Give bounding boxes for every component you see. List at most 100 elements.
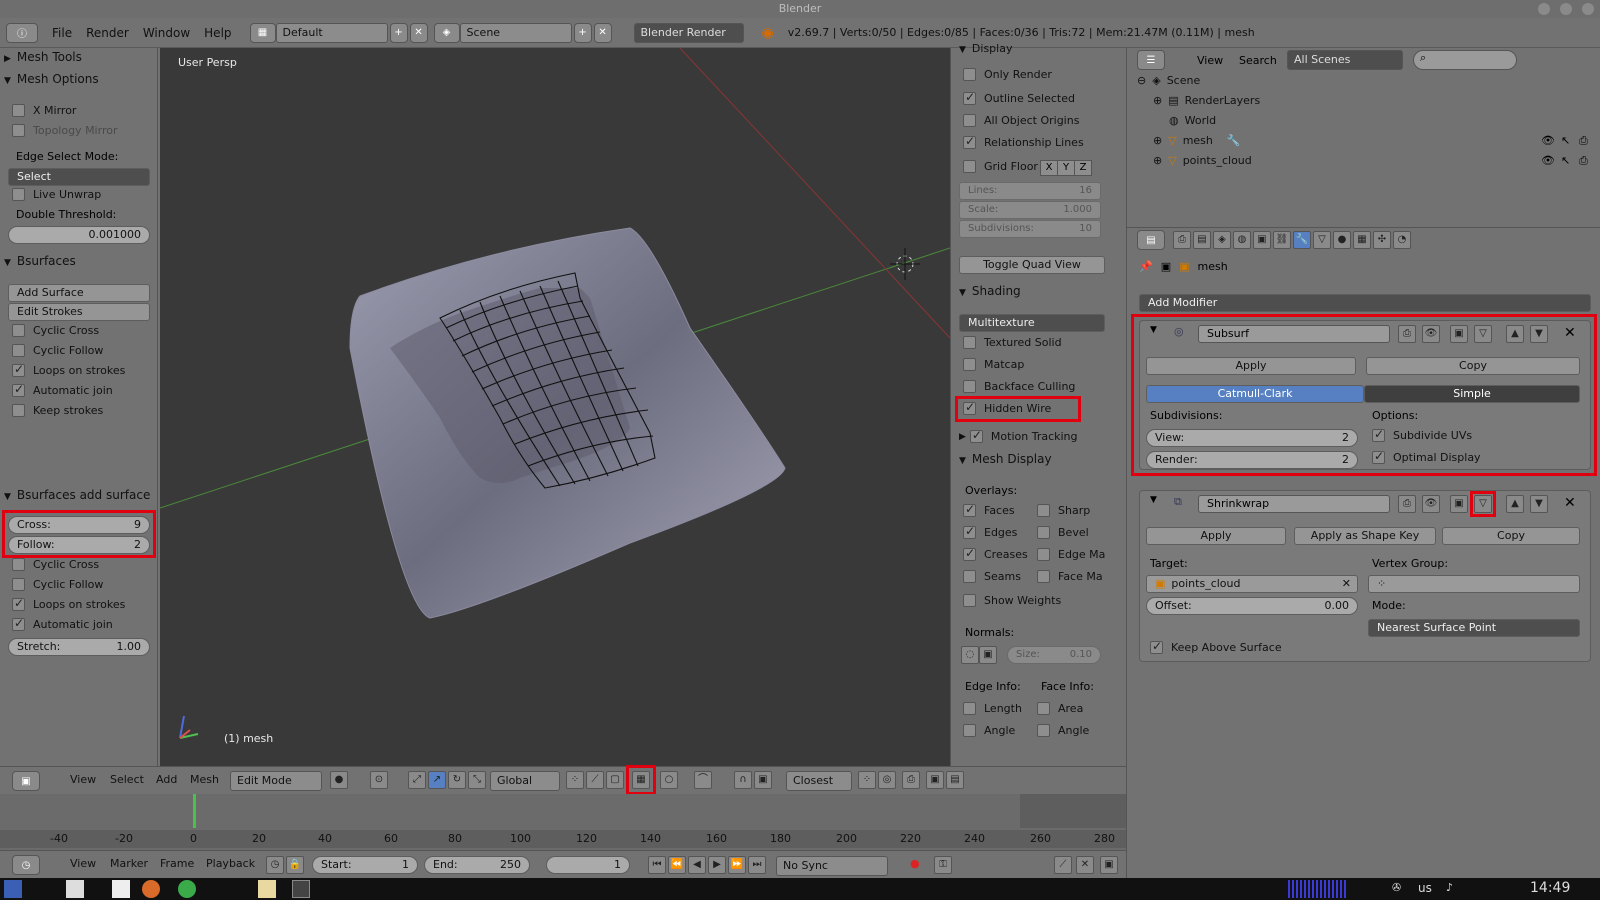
properties-editor-icon[interactable]: ▤ — [1137, 230, 1165, 250]
snap-magnet-icon[interactable]: ∩ — [734, 771, 752, 789]
toggle-quad-view-button[interactable]: Toggle Quad View — [959, 256, 1105, 274]
sync-mode-dropdown[interactable]: No Sync — [776, 856, 888, 876]
delete-keyframe-icon[interactable]: ✕ — [1076, 856, 1094, 874]
manipulator-icon[interactable]: ⤢ — [408, 771, 426, 789]
view-levels-field[interactable]: View: 2 — [1146, 429, 1358, 447]
move-up-icon[interactable]: ▲ — [1506, 325, 1524, 343]
face-normals-icon[interactable]: ▣ — [979, 646, 997, 664]
outline-selected-checkbox[interactable]: Outline Selected — [963, 90, 1075, 105]
grid-floor-checkbox[interactable]: Grid Floor — [963, 160, 1038, 173]
visibility-eye-icon[interactable]: 👁 — [1541, 154, 1555, 167]
menu-render[interactable]: Render — [86, 26, 129, 40]
close-icon[interactable] — [1582, 3, 1594, 15]
constraints-tab-icon[interactable]: ⛓ — [1273, 231, 1291, 249]
automatic-join-checkbox[interactable]: Automatic join — [12, 382, 113, 397]
render-camera-icon[interactable]: ⎙ — [1579, 154, 1588, 168]
render-engine-dropdown[interactable]: Blender Render — [633, 22, 744, 43]
panel-mesh-display[interactable]: ▼ Mesh Display — [959, 452, 1109, 470]
translate-icon[interactable]: ↗ — [428, 771, 446, 789]
edge-marks-checkbox[interactable]: Edge Ma — [1037, 548, 1105, 561]
cyclic-follow-checkbox[interactable]: Cyclic Follow — [12, 344, 103, 357]
timeline-editor-icon[interactable]: ◷ — [12, 855, 40, 875]
grid-axis-z-toggle[interactable]: Z — [1074, 160, 1092, 176]
current-frame-field[interactable]: 1 — [546, 856, 630, 874]
play-icon[interactable]: ▶ — [708, 856, 726, 874]
loops-on-strokes-checkbox-2[interactable]: Loops on strokes — [12, 596, 125, 611]
menu-file[interactable]: File — [52, 26, 72, 40]
pin-icon[interactable]: 📌 — [1139, 260, 1153, 273]
scene-icon[interactable]: ◈ — [433, 22, 460, 43]
shading-mode-dropdown[interactable]: Multitexture — [959, 314, 1105, 332]
edge-angle-checkbox[interactable]: Angle — [963, 724, 1015, 737]
timeline-view-menu[interactable]: View — [70, 857, 96, 870]
expand-icon[interactable]: ⊕ — [1153, 94, 1162, 107]
editmode-toggle-icon[interactable]: ▣ — [1450, 325, 1468, 343]
modifier-name-input[interactable]: Shrinkwrap — [1198, 495, 1390, 513]
panel-mesh-tools[interactable]: ▶ Mesh Tools — [4, 50, 154, 68]
matcap-checkbox[interactable]: Matcap — [963, 358, 1024, 371]
menu-window[interactable]: Window — [143, 26, 190, 40]
object-tab-icon[interactable]: ▣ — [1253, 231, 1271, 249]
catmull-clark-toggle[interactable]: Catmull-Clark — [1146, 385, 1364, 403]
automatic-join-checkbox-2[interactable]: Automatic join — [12, 616, 113, 631]
viewport-toggle-icon[interactable]: 👁 — [1422, 495, 1440, 513]
cage-toggle-icon[interactable]: ▽ — [1474, 325, 1492, 343]
keep-strokes-checkbox[interactable]: Keep strokes — [12, 404, 103, 417]
snap-project-icon[interactable]: ◎ — [878, 771, 896, 789]
edge-select-mode-dropdown[interactable]: Select — [8, 168, 150, 186]
bevel-checkbox[interactable]: Bevel — [1037, 526, 1089, 539]
offset-field[interactable]: Offset: 0.00 — [1146, 597, 1358, 615]
move-down-icon[interactable]: ▼ — [1530, 495, 1548, 513]
outliner-row-world[interactable]: ◍ World — [1169, 114, 1216, 127]
data-tab-icon[interactable]: ▽ — [1313, 231, 1331, 249]
outliner-row-scene[interactable]: ⊖ ◈ Scene — [1137, 74, 1200, 87]
edge-length-checkbox[interactable]: Length — [963, 702, 1022, 715]
jump-end-icon[interactable]: ⏭ — [748, 856, 766, 874]
screen-layout-dropdown[interactable]: Default — [275, 22, 388, 43]
normals-size-field[interactable]: Size: 0.10 — [1007, 646, 1101, 664]
frame-ruler[interactable]: -40 -20 0 20 40 60 80 100 120 140 160 18… — [0, 830, 1126, 848]
render-levels-field[interactable]: Render: 2 — [1146, 451, 1358, 469]
show-weights-checkbox[interactable]: Show Weights — [963, 594, 1061, 607]
backface-culling-checkbox[interactable]: Backface Culling — [963, 380, 1075, 393]
topology-mirror-checkbox[interactable]: Topology Mirror — [12, 124, 117, 137]
selectability-cursor-icon[interactable]: ↖ — [1561, 154, 1570, 167]
wifi-icon[interactable]: ✇ — [1392, 881, 1401, 894]
info-editor-icon[interactable]: ⓘ — [6, 22, 38, 43]
wrap-mode-dropdown[interactable]: Nearest Surface Point — [1368, 619, 1580, 637]
keyboard-layout[interactable]: us — [1418, 881, 1432, 895]
apply-button[interactable]: Apply — [1146, 527, 1286, 545]
scene-tab-icon[interactable]: ◈ — [1213, 231, 1231, 249]
firefox-icon[interactable] — [142, 880, 160, 898]
keying-set-icon[interactable]: ⚿ — [934, 856, 952, 874]
timeline[interactable]: -40 -20 0 20 40 60 80 100 120 140 160 18… — [0, 794, 1126, 854]
copy-button[interactable]: Copy — [1442, 527, 1580, 545]
mesh-menu[interactable]: Mesh — [190, 773, 219, 786]
edges-checkbox[interactable]: Edges — [963, 524, 1017, 539]
timeline-playback-menu[interactable]: Playback — [206, 857, 255, 870]
grid-axis-y-toggle[interactable]: Y — [1057, 160, 1075, 176]
vertex-normals-icon[interactable]: ◌ — [961, 646, 979, 664]
render-camera-icon[interactable]: ▣ — [926, 771, 944, 789]
modifier-name-input[interactable]: Subsurf — [1198, 325, 1390, 343]
scale-icon[interactable]: ⤡ — [468, 771, 486, 789]
optimal-display-checkbox[interactable]: Optimal Display — [1372, 449, 1481, 464]
modifiers-tab-icon[interactable]: 🔧 — [1293, 231, 1311, 249]
faces-checkbox[interactable]: Faces — [963, 502, 1015, 517]
vertex-select-icon[interactable]: ⁘ — [566, 771, 584, 789]
material-tab-icon[interactable]: ● — [1333, 231, 1351, 249]
face-marks-checkbox[interactable]: Face Ma — [1037, 570, 1103, 583]
lock-icon[interactable]: 🔒 — [286, 856, 304, 874]
move-down-icon[interactable]: ▼ — [1530, 325, 1548, 343]
cage-toggle-icon[interactable]: ▽ — [1474, 495, 1492, 513]
panel-bsurfaces[interactable]: ▼ Bsurfaces — [4, 254, 154, 272]
grid-axis-x-toggle[interactable]: X — [1040, 160, 1058, 176]
add-surface-button[interactable]: Add Surface — [8, 284, 150, 302]
apply-button[interactable]: Apply — [1146, 357, 1356, 375]
motion-tracking-checkbox[interactable]: ▶ Motion Tracking — [959, 428, 1078, 443]
3d-viewport[interactable]: User Persp (1) mesh — [160, 48, 950, 766]
expand-icon[interactable]: ⊕ — [1153, 154, 1162, 167]
face-select-icon[interactable]: ▢ — [606, 771, 624, 789]
outliner-search-input[interactable]: ⌕ — [1413, 50, 1517, 70]
outliner-view-menu[interactable]: View — [1197, 54, 1223, 67]
